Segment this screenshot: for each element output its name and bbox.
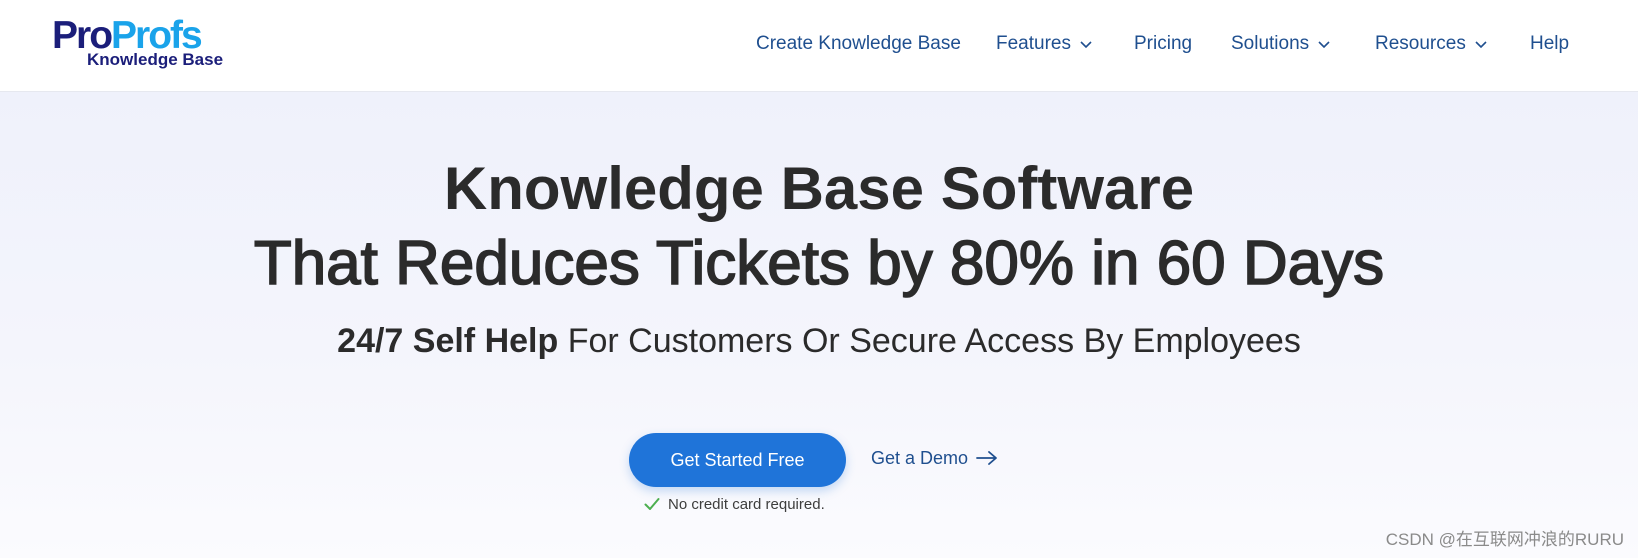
arrow-right-icon (976, 451, 997, 465)
nav-resources[interactable]: Resources (1375, 30, 1488, 58)
nav-label: Create Knowledge Base (756, 33, 961, 54)
nav-create-knowledge-base[interactable]: Create Knowledge Base (756, 30, 961, 58)
chevron-down-icon (1080, 41, 1092, 49)
nav-help[interactable]: Help (1530, 30, 1569, 58)
chevron-down-icon (1475, 41, 1487, 49)
nav-label: Features (996, 33, 1071, 54)
get-a-demo-link[interactable]: Get a Demo (871, 444, 998, 472)
nav-label: Solutions (1231, 33, 1310, 54)
demo-label: Get a Demo (871, 447, 969, 468)
nav-pricing[interactable]: Pricing (1134, 30, 1192, 58)
nav-label: Pricing (1134, 33, 1193, 54)
hero-subtitle-bold: 24/7 Self Help (337, 322, 559, 360)
hero-section: Knowledge Base Software That Reduces Tic… (0, 92, 1638, 558)
cta-label: Get Started Free (670, 449, 805, 470)
watermark-text: CSDN @在互联网冲浪的RURU (1385, 530, 1624, 549)
site-header: ProProfs Knowledge Base Create Knowledge… (0, 0, 1638, 92)
hero-subtitle-rest: For Customers Or Secure Access By Employ… (558, 322, 1301, 360)
main-nav: Create Knowledge Base Features Pricing S… (0, 0, 1638, 88)
note-text: No credit card required. (668, 495, 825, 513)
nav-label: Resources (1375, 33, 1466, 54)
hero-title-line1: Knowledge Base Software (443, 155, 1195, 222)
nav-label: Help (1530, 33, 1570, 54)
nav-features[interactable]: Features (996, 30, 1093, 58)
checkmark-icon (644, 498, 660, 510)
hero-subtitle: 24/7 Self Help For Customers Or Secure A… (0, 320, 1638, 362)
nav-solutions[interactable]: Solutions (1231, 30, 1331, 58)
hero-title-line2: That Reduces Tickets by 80% in 60 Days (253, 228, 1385, 299)
chevron-down-icon (1318, 41, 1330, 49)
get-started-free-button[interactable]: Get Started Free (629, 433, 846, 487)
no-credit-card-note: No credit card required. (644, 492, 825, 516)
